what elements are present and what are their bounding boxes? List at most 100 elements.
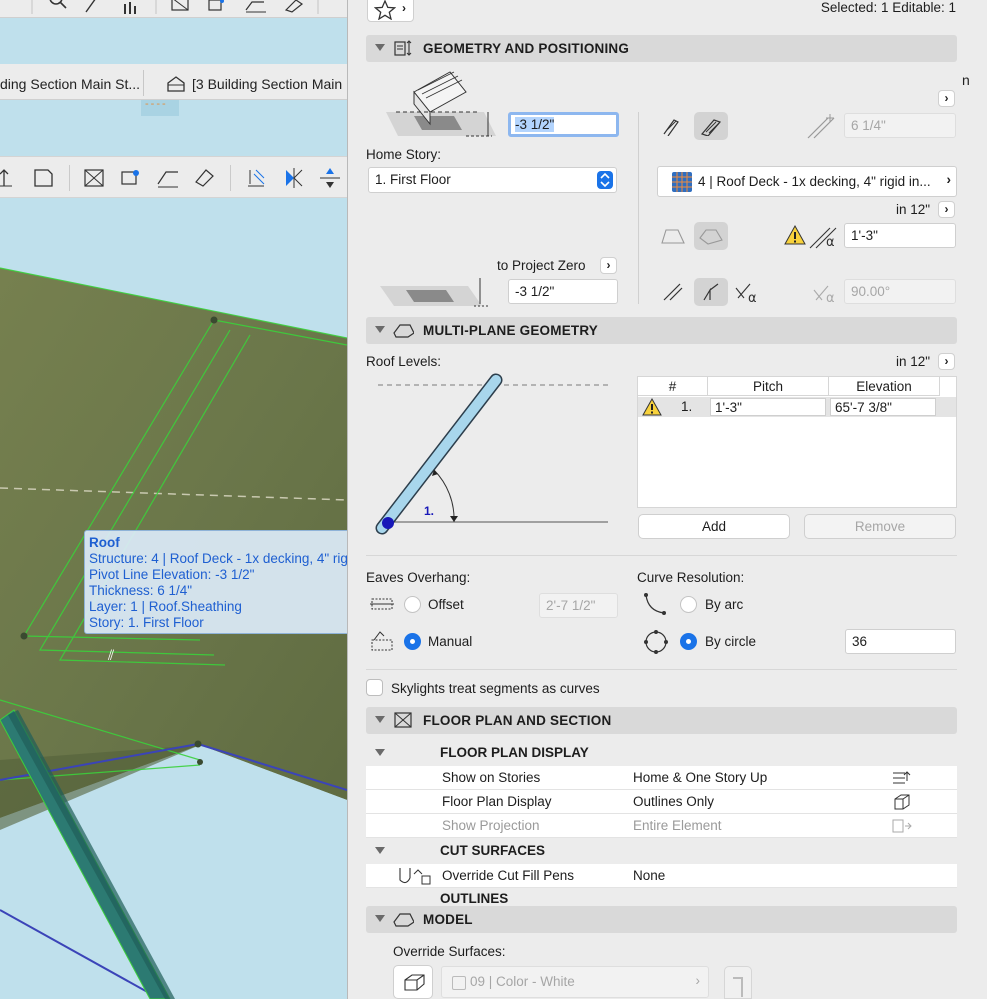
model-roof-icon: [392, 910, 415, 929]
select-stepper-icon: [597, 171, 613, 189]
house-icon: [166, 76, 186, 92]
edge-angle-left-icon: [662, 282, 684, 302]
add-level-button[interactable]: Add: [638, 514, 790, 539]
tab-building-section-main[interactable]: [3 Building Section Main: [192, 76, 342, 92]
section-model-header[interactable]: MODEL: [366, 906, 957, 933]
circle-segments-field[interactable]: 36: [845, 629, 956, 654]
levels-arrow-button[interactable]: ›: [938, 353, 955, 370]
divider: [366, 555, 957, 556]
tooltip-title: Roof: [89, 535, 120, 550]
project-zero-arrow-button[interactable]: ›: [600, 257, 617, 274]
section-geometry-header[interactable]: GEOMETRY AND POSITIONING: [366, 35, 957, 62]
unit-arrow-button[interactable]: ›: [938, 201, 955, 218]
bars-icon[interactable]: [122, 0, 140, 14]
stair-tool-icon[interactable]: [154, 164, 182, 192]
group-outlines[interactable]: OUTLINES: [366, 889, 957, 903]
home-story-label: Home Story:: [366, 147, 442, 162]
manual-radio[interactable]: [404, 633, 421, 650]
surface-material-select: 09 | Color - White ›: [441, 966, 709, 998]
home-story-select[interactable]: 1. First Floor: [368, 167, 617, 193]
unit-label: in 12": [896, 202, 931, 217]
chevron-right-icon: ›: [946, 172, 952, 187]
by-circle-radio[interactable]: [680, 633, 697, 650]
circle-icon: [642, 628, 670, 656]
rotate-select-icon[interactable]: [116, 164, 144, 192]
section-geometry-title: GEOMETRY AND POSITIONING: [423, 41, 630, 56]
frame-tool-icon[interactable]: [170, 0, 192, 14]
col-header-elevation[interactable]: Elevation: [829, 377, 940, 396]
edge-angle-vertical-button[interactable]: [694, 278, 728, 306]
col-header-number[interactable]: #: [638, 377, 708, 396]
tooltip-structure: Structure: 4 | Roof Deck - 1x decking, 4…: [89, 551, 347, 566]
group-cut-surfaces[interactable]: CUT SURFACES: [366, 839, 957, 863]
disclosure-triangle-icon: [375, 44, 385, 51]
tooltip-story: Story: 1. First Floor: [89, 615, 204, 630]
row-elevation-field[interactable]: 65'-7 3/8": [830, 398, 936, 416]
thickness-field: 6 1/4": [844, 113, 956, 138]
edge-plumb-button[interactable]: [694, 112, 728, 140]
row-pitch-field[interactable]: 1'-3": [710, 398, 826, 416]
thickness-icon: [804, 112, 838, 140]
transform-icon[interactable]: [206, 0, 228, 14]
pitch-field[interactable]: 1'-3": [844, 223, 956, 248]
favorites-button[interactable]: ›: [367, 0, 414, 22]
project-zero-field[interactable]: -3 1/2": [508, 279, 618, 304]
edge-angle-left-button[interactable]: [656, 278, 690, 306]
arc-icon: [642, 591, 670, 617]
edge-square-icon: [662, 116, 684, 137]
column-divider: [638, 112, 639, 304]
wand-icon[interactable]: [282, 0, 304, 14]
document-icon[interactable]: [30, 164, 58, 192]
structure-select[interactable]: 4 | Roof Deck - 1x decking, 4" rigid in.…: [657, 166, 957, 197]
pivot-elevation-field[interactable]: -3 1/2": [508, 112, 619, 137]
tooltip-thickness: Thickness: 6 1/4": [89, 583, 193, 598]
slope-plane-button[interactable]: [656, 222, 690, 250]
slope-hip-button[interactable]: [694, 222, 728, 250]
magnifier-icon[interactable]: [46, 0, 68, 12]
pick-tool-icon[interactable]: [190, 164, 218, 192]
hatch-icon[interactable]: [242, 164, 270, 192]
cube-outline-icon: [891, 793, 913, 811]
floor-plan-section-icon: [392, 711, 414, 730]
override-surfaces-button[interactable]: [393, 965, 433, 999]
col-header-pitch[interactable]: Pitch: [708, 377, 829, 396]
model-viewport[interactable]: ⫽ ding Section Main St... [3 Building Se…: [0, 0, 347, 999]
roof-levels-diagram: 1.: [368, 372, 618, 542]
property-row-show-on-stories[interactable]: Show on Stories Home & One Story Up: [366, 766, 957, 790]
svg-text:α: α: [826, 291, 835, 306]
offset-radio[interactable]: [404, 596, 421, 613]
tab-building-section-left[interactable]: ding Section Main St...: [0, 76, 140, 92]
custom-angle-icon[interactable]: α: [734, 278, 764, 306]
stairs-icon[interactable]: [244, 0, 268, 14]
divider: [366, 669, 957, 670]
roof-3d-view[interactable]: ⫽: [0, 0, 347, 999]
warning-icon: [642, 397, 662, 417]
disclosure-triangle-icon: [375, 749, 385, 756]
property-row-override-cut-fill[interactable]: Override Cut Fill Pens None: [366, 864, 957, 888]
edge-square-button[interactable]: [656, 112, 690, 140]
edge-plumb-icon: [700, 116, 722, 137]
geometry-icon: [392, 39, 414, 58]
disclosure-triangle-icon: [375, 326, 385, 333]
level-icon[interactable]: [316, 164, 344, 192]
geometry-arrow-button[interactable]: ›: [938, 90, 955, 107]
group-floor-plan-display[interactable]: FLOOR PLAN DISPLAY: [366, 741, 957, 765]
link-surfaces-toggle[interactable]: [724, 966, 752, 999]
by-arc-radio[interactable]: [680, 596, 697, 613]
roof-settings-panel: n › Selected: 1 Editable: 1 GEOMETRY AND…: [347, 0, 987, 999]
roof-levels-table[interactable]: # Pitch Elevation 1. 1'-3" 65'-7 3/8": [637, 376, 957, 508]
skylights-checkbox[interactable]: [366, 679, 383, 696]
section-multiplane-header[interactable]: MULTI-PLANE GEOMETRY: [366, 317, 957, 344]
property-row-floor-plan-display[interactable]: Floor Plan Display Outlines Only: [366, 790, 957, 814]
by-circle-label: By circle: [705, 634, 757, 649]
curve-resolution-label: Curve Resolution:: [637, 570, 745, 585]
section-floorplan-header[interactable]: FLOOR PLAN AND SECTION: [366, 707, 957, 734]
export-icon[interactable]: [0, 164, 22, 192]
mirror-icon[interactable]: [280, 164, 308, 192]
frame-select-icon[interactable]: [80, 164, 108, 192]
by-arc-label: By arc: [705, 597, 744, 612]
arrow-tool-icon[interactable]: [82, 0, 102, 14]
override-surfaces-label: Override Surfaces:: [393, 944, 506, 959]
remove-level-button: Remove: [804, 514, 956, 539]
table-row[interactable]: 1. 1'-3" 65'-7 3/8": [638, 397, 956, 417]
